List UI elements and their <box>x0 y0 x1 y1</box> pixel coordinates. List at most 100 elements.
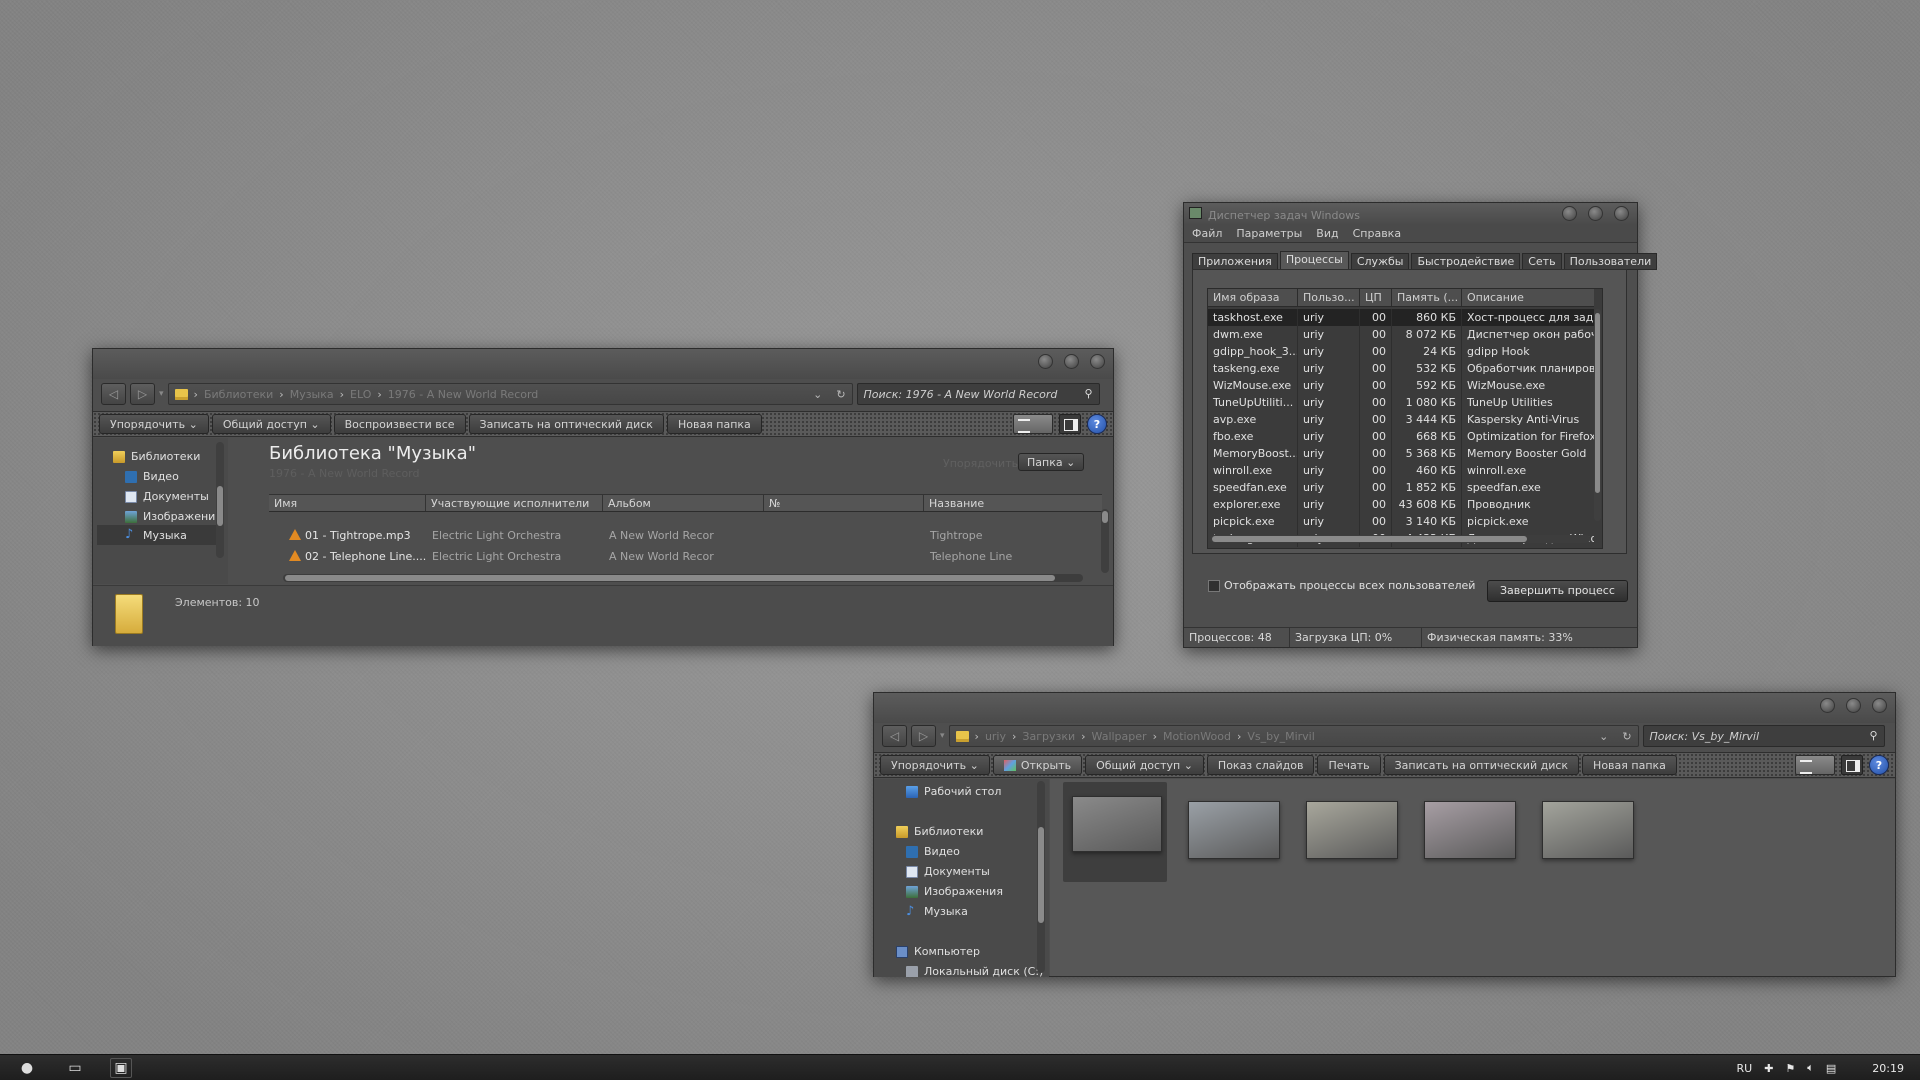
explorer-window-wallpaper[interactable]: ◁ ▷ ▾ › uriy › Загрузки › Wallpaper › Mo… <box>873 692 1896 977</box>
thumbnail-image[interactable] <box>1188 801 1280 859</box>
nav-item-documents[interactable]: Документы <box>906 865 990 878</box>
network-icon[interactable]: ▤ <box>1826 1062 1836 1075</box>
close-button[interactable] <box>1090 354 1105 369</box>
process-row[interactable]: TuneUpUtiliti... uriy 00 1 080 КБ TuneUp Uti… <box>1208 394 1594 411</box>
column-description[interactable]: Описание <box>1462 289 1594 306</box>
column-album[interactable]: Альбом <box>603 495 764 511</box>
play-all-button[interactable]: Воспроизвести все <box>333 414 466 434</box>
nav-item-music[interactable]: ♪ Музыка <box>97 525 221 545</box>
title-bar[interactable]: Диспетчер задач Windows <box>1184 203 1637 225</box>
tab-users[interactable]: Пользователи <box>1563 253 1658 270</box>
close-button[interactable] <box>1872 698 1887 713</box>
maximize-button[interactable] <box>1846 698 1861 713</box>
menu-view[interactable]: Вид <box>1316 225 1338 242</box>
process-row[interactable]: WizMouse.exe uriy 00 592 КБ WizMouse.exe <box>1208 377 1594 394</box>
nav-scrollbar[interactable] <box>216 442 224 558</box>
thumbnail-image[interactable] <box>1424 801 1516 859</box>
menu-file[interactable]: Файл <box>1192 225 1222 242</box>
organize-button[interactable]: Упорядочить ⌄ <box>99 414 209 434</box>
thumbnail-image[interactable] <box>1072 796 1162 852</box>
back-button[interactable]: ◁ <box>101 383 126 405</box>
nav-item-desktop[interactable]: Рабочий стол <box>906 785 1001 798</box>
tab-network[interactable]: Сеть <box>1522 253 1562 270</box>
file-row[interactable]: 02 - Telephone Line.... Electric Light O… <box>289 548 1085 565</box>
help-icon[interactable]: ? <box>1087 414 1107 434</box>
nav-item-computer[interactable]: Компьютер <box>896 945 980 958</box>
breadcrumb-item[interactable]: 1976 - A New World Record <box>388 388 539 401</box>
address-dropdown-icon[interactable]: ⌄ <box>813 388 822 401</box>
tab-applications[interactable]: Приложения <box>1192 253 1278 270</box>
organize-button[interactable]: Упорядочить ⌄ <box>880 755 990 775</box>
nav-item-video[interactable]: Видео <box>906 845 960 858</box>
print-button[interactable]: Печать <box>1317 755 1381 775</box>
title-bar[interactable] <box>93 349 1113 379</box>
tab-processes[interactable]: Процессы <box>1279 251 1349 270</box>
end-process-button[interactable]: Завершить процесс <box>1487 580 1628 602</box>
refresh-icon[interactable]: ↻ <box>1622 730 1631 743</box>
breadcrumb-item[interactable]: Музыка <box>290 388 334 401</box>
file-row[interactable]: 01 - Tightrope.mp3 Electric Light Orches… <box>289 527 1085 544</box>
clock[interactable]: 20:19 <box>1872 1062 1904 1075</box>
minimize-button[interactable] <box>1038 354 1053 369</box>
recent-pages-icon[interactable]: ▾ <box>940 731 945 741</box>
help-icon[interactable]: ? <box>1869 755 1889 775</box>
column-memory[interactable]: Память (... <box>1392 289 1462 306</box>
nav-item-local-disk[interactable]: Локальный диск (C:) <box>906 965 1043 977</box>
checkbox-box[interactable] <box>1208 579 1220 592</box>
explorer-taskbar-icon[interactable]: ▭ <box>64 1058 86 1078</box>
arrange-by-dropdown[interactable]: Папка ⌄ <box>1018 453 1085 471</box>
tab-services[interactable]: Службы <box>1350 253 1410 270</box>
forward-button[interactable]: ▷ <box>130 383 155 405</box>
process-row[interactable]: taskhost.exe uriy 00 860 КБ Хост-процесс для… <box>1208 309 1594 326</box>
column-user[interactable]: Пользо... <box>1298 289 1360 306</box>
process-row[interactable]: winroll.exe uriy 00 460 КБ winroll.exe <box>1208 462 1594 479</box>
nav-item-video[interactable]: Видео <box>125 470 179 483</box>
maximize-button[interactable] <box>1588 206 1603 221</box>
new-folder-button[interactable]: Новая папка <box>666 414 762 434</box>
breadcrumb-item[interactable]: Библиотеки <box>204 388 273 401</box>
action-center-flag-icon[interactable]: ⚑ <box>1785 1062 1795 1075</box>
search-input[interactable]: Поиск: 1976 - A New World Record ⚲ <box>856 383 1100 405</box>
thumbnail-image[interactable] <box>1542 801 1634 859</box>
process-row[interactable]: explorer.exe uriy 00 43 608 КБ Проводник <box>1208 496 1594 513</box>
process-row[interactable]: speedfan.exe uriy 00 1 852 КБ speedfan.exe <box>1208 479 1594 496</box>
column-name[interactable]: Имя <box>269 495 426 511</box>
back-button[interactable]: ◁ <box>882 725 907 747</box>
address-dropdown-icon[interactable]: ⌄ <box>1599 730 1608 743</box>
breadcrumb-item[interactable]: uriy <box>985 730 1006 743</box>
minimize-button[interactable] <box>1562 206 1577 221</box>
search-icon[interactable]: ⚲ <box>1084 387 1092 400</box>
process-row[interactable]: dwm.exe uriy 00 8 072 КБ Диспетчер окон рабо… <box>1208 326 1594 343</box>
nav-item-libraries[interactable]: Библиотеки <box>113 450 200 463</box>
start-button-apple-icon[interactable]: ● <box>16 1058 38 1078</box>
menu-help[interactable]: Справка <box>1353 225 1401 242</box>
breadcrumb-item[interactable]: MotionWood <box>1163 730 1231 743</box>
address-bar[interactable]: › uriy › Загрузки › Wallpaper › MotionWo… <box>948 725 1639 747</box>
forward-button[interactable]: ▷ <box>911 725 936 747</box>
burn-button[interactable]: Записать на оптический диск <box>468 414 664 434</box>
close-button[interactable] <box>1614 206 1629 221</box>
process-row[interactable]: gdipp_hook_3... uriy 00 24 КБ gdipp Hook <box>1208 343 1594 360</box>
file-list-hscrollbar[interactable] <box>283 574 1083 582</box>
volume-icon[interactable]: 🔈︎ <box>1807 1061 1814 1075</box>
column-artists[interactable]: Участвующие исполнители <box>426 495 603 511</box>
new-folder-button[interactable]: Новая папка <box>1582 755 1677 775</box>
search-input[interactable]: Поиск: Vs_by_Mirvil ⚲ <box>1642 725 1885 747</box>
file-list-scrollbar[interactable] <box>1101 509 1109 573</box>
nav-item-images[interactable]: Изображения <box>906 885 1003 898</box>
breadcrumb-item[interactable]: Wallpaper <box>1092 730 1147 743</box>
task-manager-taskbar-icon[interactable]: ▣ <box>110 1058 132 1078</box>
change-view-icon[interactable] <box>1013 414 1053 434</box>
nav-item-music[interactable]: ♪ Музыка <box>906 905 968 919</box>
tab-performance[interactable]: Быстродействие <box>1411 253 1521 270</box>
maximize-button[interactable] <box>1064 354 1079 369</box>
breadcrumb-item[interactable]: ELO <box>350 388 371 401</box>
preview-pane-icon[interactable] <box>1059 414 1081 434</box>
column-title[interactable]: Название <box>924 495 1102 511</box>
preview-pane-icon[interactable] <box>1841 755 1863 775</box>
column-number[interactable]: № <box>764 495 924 511</box>
process-list[interactable]: Имя образа Пользо... ЦП Память (... Опис… <box>1207 288 1603 549</box>
burn-button[interactable]: Записать на оптический диск <box>1383 755 1580 775</box>
title-bar[interactable] <box>874 693 1895 723</box>
language-indicator[interactable]: RU <box>1736 1062 1752 1075</box>
